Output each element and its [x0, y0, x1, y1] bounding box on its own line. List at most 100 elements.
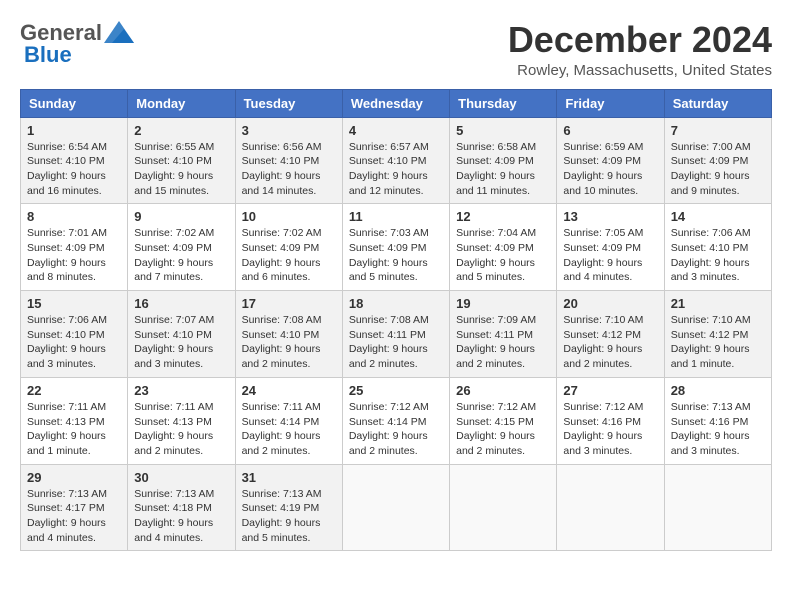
- day-info: Sunrise: 7:13 AM Sunset: 4:18 PM Dayligh…: [134, 487, 228, 546]
- calendar-cell: 7 Sunrise: 7:00 AM Sunset: 4:09 PM Daylig…: [664, 117, 771, 204]
- calendar-cell: 9 Sunrise: 7:02 AM Sunset: 4:09 PM Daylig…: [128, 204, 235, 291]
- day-number: 20: [563, 296, 657, 311]
- calendar-cell: 11 Sunrise: 7:03 AM Sunset: 4:09 PM Dayli…: [342, 204, 449, 291]
- calendar-cell: 1 Sunrise: 6:54 AM Sunset: 4:10 PM Daylig…: [21, 117, 128, 204]
- calendar-cell: 12 Sunrise: 7:04 AM Sunset: 4:09 PM Dayli…: [450, 204, 557, 291]
- day-number: 1: [27, 123, 121, 138]
- day-info: Sunrise: 7:12 AM Sunset: 4:14 PM Dayligh…: [349, 400, 443, 459]
- day-number: 26: [456, 383, 550, 398]
- day-number: 14: [671, 209, 765, 224]
- day-info: Sunrise: 7:08 AM Sunset: 4:11 PM Dayligh…: [349, 313, 443, 372]
- header-saturday: Saturday: [664, 89, 771, 117]
- calendar-cell: 3 Sunrise: 6:56 AM Sunset: 4:10 PM Daylig…: [235, 117, 342, 204]
- calendar-cell: 15 Sunrise: 7:06 AM Sunset: 4:10 PM Dayli…: [21, 291, 128, 378]
- day-number: 27: [563, 383, 657, 398]
- day-info: Sunrise: 7:06 AM Sunset: 4:10 PM Dayligh…: [671, 226, 765, 285]
- day-info: Sunrise: 7:11 AM Sunset: 4:13 PM Dayligh…: [134, 400, 228, 459]
- day-info: Sunrise: 7:11 AM Sunset: 4:13 PM Dayligh…: [27, 400, 121, 459]
- day-info: Sunrise: 7:11 AM Sunset: 4:14 PM Dayligh…: [242, 400, 336, 459]
- day-number: 15: [27, 296, 121, 311]
- calendar-cell: 4Sunrise: 6:57 AM Sunset: 4:10 PM Daylig…: [342, 117, 449, 204]
- calendar-cell: 19Sunrise: 7:09 AM Sunset: 4:11 PM Dayli…: [450, 291, 557, 378]
- calendar-cell: 24 Sunrise: 7:11 AM Sunset: 4:14 PM Dayli…: [235, 377, 342, 464]
- header-tuesday: Tuesday: [235, 89, 342, 117]
- day-info: Sunrise: 7:06 AM Sunset: 4:10 PM Dayligh…: [27, 313, 121, 372]
- calendar-cell: [450, 464, 557, 551]
- calendar-cell: 17Sunrise: 7:08 AM Sunset: 4:10 PM Dayli…: [235, 291, 342, 378]
- day-number: 7: [671, 123, 765, 138]
- calendar-cell: 21Sunrise: 7:10 AM Sunset: 4:12 PM Dayli…: [664, 291, 771, 378]
- calendar-cell: [557, 464, 664, 551]
- day-number: 18: [349, 296, 443, 311]
- calendar-cell: 25 Sunrise: 7:12 AM Sunset: 4:14 PM Dayli…: [342, 377, 449, 464]
- day-number: 12: [456, 209, 550, 224]
- calendar-cell: 10 Sunrise: 7:02 AM Sunset: 4:09 PM Dayli…: [235, 204, 342, 291]
- day-info: Sunrise: 6:55 AM Sunset: 4:10 PM Dayligh…: [134, 140, 228, 199]
- header-sunday: Sunday: [21, 89, 128, 117]
- calendar-header: SundayMondayTuesdayWednesdayThursdayFrid…: [21, 89, 772, 117]
- week-row-3: 15 Sunrise: 7:06 AM Sunset: 4:10 PM Dayli…: [21, 291, 772, 378]
- calendar-cell: 20Sunrise: 7:10 AM Sunset: 4:12 PM Dayli…: [557, 291, 664, 378]
- logo-icon: [104, 21, 134, 43]
- day-number: 30: [134, 470, 228, 485]
- day-info: Sunrise: 7:02 AM Sunset: 4:09 PM Dayligh…: [134, 226, 228, 285]
- day-info: Sunrise: 6:56 AM Sunset: 4:10 PM Dayligh…: [242, 140, 336, 199]
- calendar-cell: [664, 464, 771, 551]
- header-wednesday: Wednesday: [342, 89, 449, 117]
- title-block: December 2024 Rowley, Massachusetts, Uni…: [508, 20, 772, 79]
- day-number: 2: [134, 123, 228, 138]
- day-info: Sunrise: 7:08 AM Sunset: 4:10 PM Dayligh…: [242, 313, 336, 372]
- calendar-cell: 5 Sunrise: 6:58 AM Sunset: 4:09 PM Daylig…: [450, 117, 557, 204]
- day-info: Sunrise: 7:00 AM Sunset: 4:09 PM Dayligh…: [671, 140, 765, 199]
- day-info: Sunrise: 7:13 AM Sunset: 4:19 PM Dayligh…: [242, 487, 336, 546]
- day-info: Sunrise: 7:01 AM Sunset: 4:09 PM Dayligh…: [27, 226, 121, 285]
- day-info: Sunrise: 6:57 AM Sunset: 4:10 PM Dayligh…: [349, 140, 443, 199]
- header-monday: Monday: [128, 89, 235, 117]
- day-info: Sunrise: 6:58 AM Sunset: 4:09 PM Dayligh…: [456, 140, 550, 199]
- day-info: Sunrise: 7:12 AM Sunset: 4:16 PM Dayligh…: [563, 400, 657, 459]
- day-info: Sunrise: 7:13 AM Sunset: 4:17 PM Dayligh…: [27, 487, 121, 546]
- day-info: Sunrise: 6:59 AM Sunset: 4:09 PM Dayligh…: [563, 140, 657, 199]
- calendar-cell: 29 Sunrise: 7:13 AM Sunset: 4:17 PM Dayli…: [21, 464, 128, 551]
- calendar-cell: 31 Sunrise: 7:13 AM Sunset: 4:19 PM Dayli…: [235, 464, 342, 551]
- calendar-cell: 6 Sunrise: 6:59 AM Sunset: 4:09 PM Daylig…: [557, 117, 664, 204]
- location: Rowley, Massachusetts, United States: [508, 62, 772, 79]
- day-number: 6: [563, 123, 657, 138]
- calendar-cell: 2 Sunrise: 6:55 AM Sunset: 4:10 PM Daylig…: [128, 117, 235, 204]
- day-number: 5: [456, 123, 550, 138]
- day-number: 3: [242, 123, 336, 138]
- week-row-1: 1 Sunrise: 6:54 AM Sunset: 4:10 PM Daylig…: [21, 117, 772, 204]
- day-info: Sunrise: 7:02 AM Sunset: 4:09 PM Dayligh…: [242, 226, 336, 285]
- calendar-cell: 14 Sunrise: 7:06 AM Sunset: 4:10 PM Dayli…: [664, 204, 771, 291]
- calendar-cell: 30 Sunrise: 7:13 AM Sunset: 4:18 PM Dayli…: [128, 464, 235, 551]
- day-number: 28: [671, 383, 765, 398]
- calendar-cell: 18 Sunrise: 7:08 AM Sunset: 4:11 PM Dayli…: [342, 291, 449, 378]
- calendar-cell: 8 Sunrise: 7:01 AM Sunset: 4:09 PM Daylig…: [21, 204, 128, 291]
- day-info: Sunrise: 7:13 AM Sunset: 4:16 PM Dayligh…: [671, 400, 765, 459]
- day-number: 23: [134, 383, 228, 398]
- calendar-cell: 22Sunrise: 7:11 AM Sunset: 4:13 PM Dayli…: [21, 377, 128, 464]
- logo: General Blue: [20, 20, 134, 68]
- day-info: Sunrise: 6:54 AM Sunset: 4:10 PM Dayligh…: [27, 140, 121, 199]
- day-number: 31: [242, 470, 336, 485]
- calendar-table: SundayMondayTuesdayWednesdayThursdayFrid…: [20, 89, 772, 552]
- week-row-5: 29 Sunrise: 7:13 AM Sunset: 4:17 PM Dayli…: [21, 464, 772, 551]
- day-info: Sunrise: 7:05 AM Sunset: 4:09 PM Dayligh…: [563, 226, 657, 285]
- day-number: 24: [242, 383, 336, 398]
- day-info: Sunrise: 7:12 AM Sunset: 4:15 PM Dayligh…: [456, 400, 550, 459]
- calendar-body: 1 Sunrise: 6:54 AM Sunset: 4:10 PM Daylig…: [21, 117, 772, 551]
- day-number: 29: [27, 470, 121, 485]
- day-number: 11: [349, 209, 443, 224]
- calendar-cell: 23 Sunrise: 7:11 AM Sunset: 4:13 PM Dayli…: [128, 377, 235, 464]
- day-number: 9: [134, 209, 228, 224]
- month-title: December 2024: [508, 20, 772, 60]
- day-number: 8: [27, 209, 121, 224]
- calendar-cell: 27 Sunrise: 7:12 AM Sunset: 4:16 PM Dayli…: [557, 377, 664, 464]
- header-thursday: Thursday: [450, 89, 557, 117]
- day-info: Sunrise: 7:03 AM Sunset: 4:09 PM Dayligh…: [349, 226, 443, 285]
- day-info: Sunrise: 7:04 AM Sunset: 4:09 PM Dayligh…: [456, 226, 550, 285]
- page-header: General Blue December 2024 Rowley, Massa…: [20, 20, 772, 79]
- day-number: 25: [349, 383, 443, 398]
- day-info: Sunrise: 7:10 AM Sunset: 4:12 PM Dayligh…: [671, 313, 765, 372]
- day-number: 10: [242, 209, 336, 224]
